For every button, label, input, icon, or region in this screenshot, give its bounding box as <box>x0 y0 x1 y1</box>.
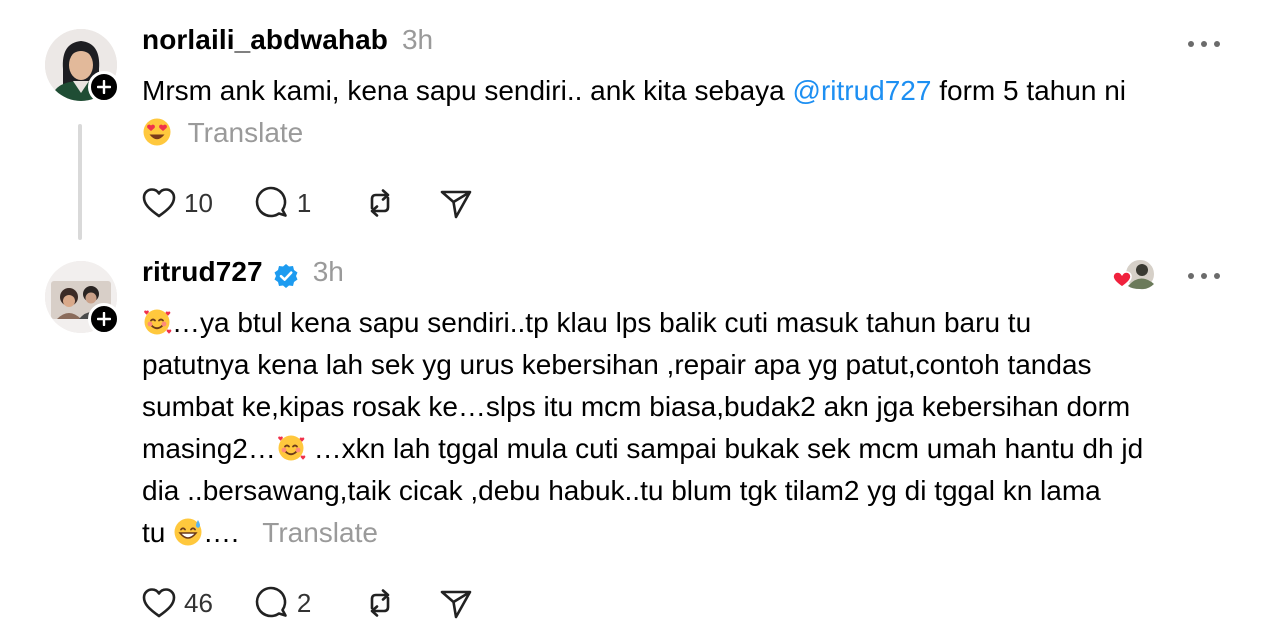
verified-badge-icon <box>274 264 298 288</box>
post-text-line: sumbat ke,kipas rosak ke…slps itu mcm bi… <box>142 391 1131 422</box>
post-actions: 10 1 <box>142 183 515 223</box>
heart-eyes-emoji-icon <box>143 118 171 146</box>
repost-icon <box>370 589 390 617</box>
repost-button[interactable] <box>363 186 397 220</box>
post-text: Mrsm ank kami, kena sapu sendiri.. ank k… <box>142 70 1232 154</box>
post-text-line: dia ..bersawang,taik cicak ,debu habuk..… <box>142 475 1101 506</box>
dot-icon <box>1214 41 1220 47</box>
post-text-segment: form 5 tahun ni <box>931 75 1127 106</box>
username[interactable]: ritrud727 <box>142 256 263 288</box>
more-options-button[interactable] <box>1188 270 1220 282</box>
dot-icon <box>1201 273 1207 279</box>
comment-icon <box>255 186 287 218</box>
post-2: ritrud727 3h …ya btul kena sapu sendiri.… <box>0 250 1264 640</box>
liked-by-avatar[interactable] <box>1112 258 1156 292</box>
dot-icon <box>1188 41 1194 47</box>
post-text-line: …xkn lah tggal mula cuti sampai bukak se… <box>305 433 1144 464</box>
post-text-line: tu <box>142 517 174 548</box>
grinning-sweat-emoji-icon <box>174 518 202 546</box>
share-button[interactable] <box>439 186 473 220</box>
post-text-line: …. <box>203 517 239 548</box>
reply-count: 2 <box>296 587 312 618</box>
author-avatar-container[interactable] <box>45 29 120 103</box>
timestamp[interactable]: 3h <box>313 256 344 288</box>
repost-icon <box>370 189 390 217</box>
translate-link[interactable]: Translate <box>262 517 378 548</box>
mention-link[interactable]: @ritrud727 <box>793 75 932 106</box>
author-avatar-container[interactable] <box>45 261 120 335</box>
heart-icon <box>142 188 176 218</box>
thread-connector-line <box>78 124 82 240</box>
like-button[interactable]: 10 <box>142 187 213 219</box>
dot-icon <box>1188 273 1194 279</box>
send-icon <box>440 590 472 619</box>
post-text-line: masing2… <box>142 433 276 464</box>
post-text: …ya btul kena sapu sendiri..tp klau lps … <box>142 302 1232 554</box>
username[interactable]: norlaili_abdwahab <box>142 24 388 56</box>
post-1: norlaili_abdwahab 3h Mrsm ank kami, kena… <box>0 0 1264 250</box>
timestamp[interactable]: 3h <box>402 24 433 56</box>
post-header: norlaili_abdwahab 3h <box>142 24 433 64</box>
plus-icon <box>97 80 111 94</box>
like-count: 46 <box>184 587 213 618</box>
reply-button[interactable]: 2 <box>255 586 321 620</box>
post-text-line: …ya btul kena sapu sendiri..tp klau lps … <box>172 307 1032 338</box>
translate-link[interactable]: Translate <box>188 117 304 148</box>
send-icon <box>440 190 472 219</box>
share-button[interactable] <box>439 586 473 620</box>
plus-icon <box>97 312 111 326</box>
dot-icon <box>1201 41 1207 47</box>
post-actions: 46 2 <box>142 583 515 623</box>
more-options-button[interactable] <box>1188 38 1220 50</box>
comment-icon <box>255 586 287 618</box>
liked-by-author-avatar-icon <box>1112 258 1156 290</box>
post-text-segment: Mrsm ank kami, kena sapu sendiri.. ank k… <box>142 75 793 106</box>
repost-button[interactable] <box>363 586 397 620</box>
reply-count: 1 <box>296 187 312 218</box>
heart-icon <box>142 588 176 618</box>
follow-plus-button[interactable] <box>88 303 120 335</box>
reply-button[interactable]: 1 <box>255 186 321 220</box>
like-button[interactable]: 46 <box>142 587 213 619</box>
smiling-face-with-hearts-emoji-icon <box>278 435 306 461</box>
dot-icon <box>1214 273 1220 279</box>
like-count: 10 <box>184 187 213 218</box>
post-text-line: patutnya kena lah sek yg urus kebersihan… <box>142 349 1092 380</box>
smiling-face-with-hearts-emoji-icon <box>144 309 172 335</box>
post-header: ritrud727 3h <box>142 256 344 296</box>
follow-plus-button[interactable] <box>88 71 120 103</box>
